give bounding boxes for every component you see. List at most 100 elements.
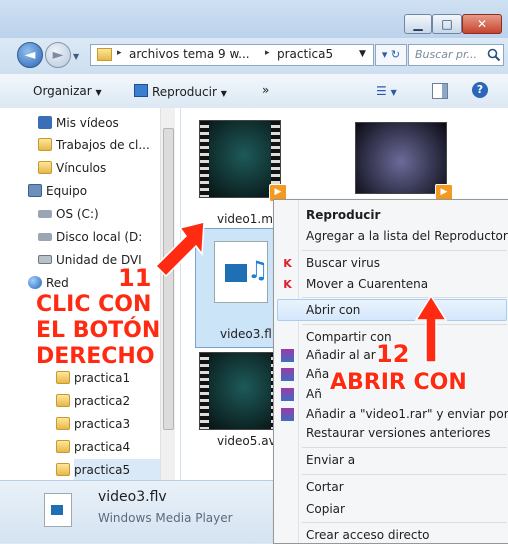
nav-item-os-c[interactable]: OS (C:) (38, 203, 99, 225)
maximize-icon: □ (441, 17, 453, 31)
organize-menu-button[interactable]: Organizar ▼ (33, 84, 102, 98)
winrar-icon (281, 408, 294, 421)
filmstrip-icon (200, 121, 209, 197)
menu-item-agregar-lista[interactable]: Agregar a la lista del Reproductor d (306, 225, 508, 247)
breadcrumb-separator-icon: ▸ (265, 48, 270, 58)
network-icon (28, 276, 42, 289)
view-options-button[interactable]: ☰ ▼ (376, 84, 397, 98)
breadcrumb-segment-1[interactable]: archivos tema 9 w... (129, 47, 250, 61)
folder-icon (56, 371, 70, 384)
file-name: video5.av (217, 434, 276, 448)
menu-item-abrir-con[interactable]: Abrir con (306, 299, 360, 321)
nav-item-label: Disco local (D: (56, 230, 143, 244)
more-commands-button[interactable]: » (262, 83, 269, 97)
view-list-icon: ☰ (376, 84, 387, 98)
preview-pane-button[interactable] (432, 83, 448, 99)
flv-file-icon (44, 493, 72, 527)
play-menu-button[interactable]: Reproducir ▼ (134, 84, 227, 99)
menu-item-enviar-a[interactable]: Enviar a (306, 449, 355, 471)
minimize-icon: ▁ (413, 17, 423, 31)
menu-separator (302, 324, 507, 325)
maximize-button[interactable]: □ (432, 14, 462, 34)
step-11-number: 11 (118, 264, 152, 292)
chevron-down-icon: ▼ (220, 89, 227, 98)
computer-icon (28, 184, 42, 197)
antivirus-icon: K (283, 257, 292, 270)
nav-item-label: practica5 (74, 463, 131, 477)
menu-item-anadir-2[interactable]: Aña (306, 363, 329, 385)
refresh-button[interactable]: ▾ ↻ (375, 44, 407, 66)
forward-button[interactable]: ► (45, 42, 71, 68)
help-button[interactable]: ? (472, 82, 488, 98)
filmstrip-icon (200, 353, 209, 429)
folder-icon (56, 394, 70, 407)
menu-item-copiar[interactable]: Copiar (306, 498, 345, 520)
menu-item-anadir-3[interactable]: Añ (306, 383, 322, 405)
nav-item-label: practica4 (74, 440, 131, 454)
address-bar[interactable]: ▸ archivos tema 9 w... ▸ practica5 ▼ (90, 44, 374, 66)
step-11-line-3: DERECHO (36, 344, 155, 369)
address-dropdown-icon[interactable]: ▼ (359, 49, 366, 59)
file-item-video2[interactable]: ▶ (349, 116, 453, 212)
nav-item-label: Mis vídeos (56, 116, 119, 130)
menu-item-reproducir[interactable]: Reproducir (306, 204, 380, 226)
nav-item-red[interactable]: Red (28, 272, 69, 294)
annotation-arrow-11-icon (154, 221, 205, 278)
nav-item-practica2[interactable]: practica2 (56, 390, 131, 412)
menu-item-buscar-virus[interactable]: Buscar virus (306, 252, 380, 274)
nav-item-practica1[interactable]: practica1 (56, 367, 131, 389)
video-thumbnail (199, 352, 281, 430)
music-note-icon: ♫ (247, 256, 269, 284)
step-11-line-2: EL BOTÓN (36, 318, 161, 343)
details-app: Windows Media Player (98, 511, 233, 525)
nav-item-label: Vínculos (56, 161, 107, 175)
nav-item-label: Equipo (46, 184, 88, 198)
nav-item-label: practica2 (74, 394, 131, 408)
organize-label: Organizar (33, 84, 92, 98)
nav-item-label: practica1 (74, 371, 131, 385)
back-button[interactable]: ◄ (17, 42, 43, 68)
refresh-icon: ▾ ↻ (381, 48, 401, 61)
step-12-number: 12 (376, 340, 410, 368)
nav-item-trabajos[interactable]: Trabajos de cl... (38, 134, 150, 156)
menu-item-mover-cuarentena[interactable]: Mover a Cuarentena (306, 273, 428, 295)
chevron-down-icon: ▼ (390, 88, 397, 97)
menu-item-crear-acceso[interactable]: Crear acceso directo (306, 524, 430, 543)
breadcrumb-segment-2[interactable]: practica5 (277, 47, 333, 61)
flv-file-icon: ♫ (214, 241, 269, 303)
close-button[interactable]: ✕ (462, 14, 502, 34)
menu-separator (302, 474, 507, 475)
menu-separator (302, 447, 507, 448)
annotation-arrow-12-icon (414, 294, 448, 363)
nav-item-practica3[interactable]: practica3 (56, 413, 131, 435)
drive-icon (38, 210, 52, 218)
nav-item-vinculos[interactable]: Vínculos (38, 157, 107, 179)
folder-icon (38, 138, 52, 151)
folder-icon (56, 440, 70, 453)
forward-arrow-icon: ► (52, 47, 64, 63)
nav-item-label: practica3 (74, 417, 131, 431)
nav-item-label: OS (C:) (56, 207, 99, 221)
file-item-video5[interactable]: video5.av (195, 348, 285, 458)
search-box[interactable]: Buscar pr... (408, 44, 504, 66)
search-icon[interactable] (487, 48, 501, 62)
minimize-button[interactable]: ▁ (404, 14, 432, 34)
nav-item-mis-videos[interactable]: Mis vídeos (38, 112, 119, 134)
nav-item-label: Trabajos de cl... (56, 138, 150, 152)
recent-pages-chevron-icon[interactable]: ▼ (73, 52, 79, 61)
preview-pane-icon (442, 84, 447, 98)
nav-pane-scrollbar[interactable] (160, 108, 175, 480)
nav-item-practica5[interactable]: practica5 (56, 459, 171, 480)
menu-item-restaurar[interactable]: Restaurar versiones anteriores (306, 422, 491, 444)
antivirus-icon: K (283, 278, 292, 291)
file-item-video1[interactable]: ▶ video1.mp (195, 116, 287, 232)
menu-item-cortar[interactable]: Cortar (306, 476, 344, 498)
winrar-icon (281, 388, 294, 401)
nav-item-equipo[interactable]: Equipo (28, 180, 88, 202)
nav-item-practica4[interactable]: practica4 (56, 436, 131, 458)
search-placeholder: Buscar pr... (415, 48, 478, 61)
winrar-icon (281, 349, 294, 362)
play-label: Reproducir (152, 85, 217, 99)
nav-item-disco-d[interactable]: Disco local (D: (38, 226, 143, 248)
file-name: video3.fl (220, 327, 272, 341)
